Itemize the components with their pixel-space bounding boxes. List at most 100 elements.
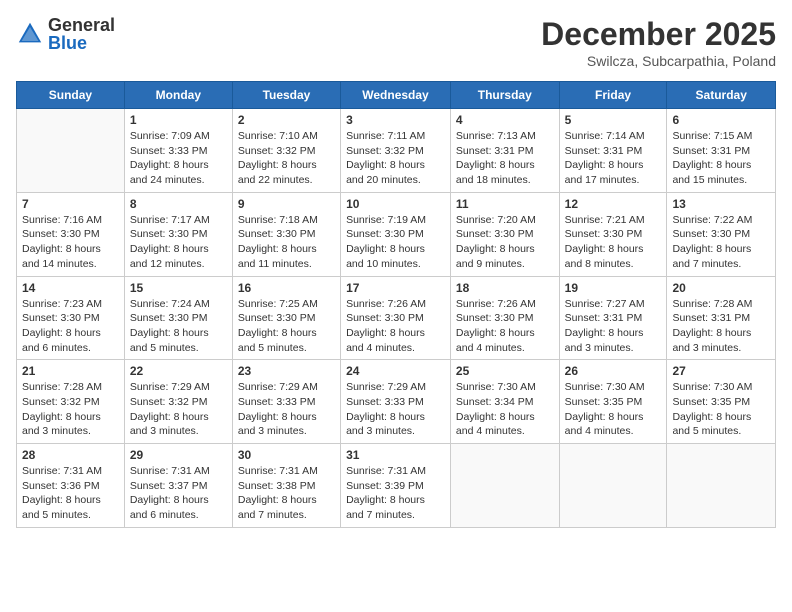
weekday-header: Friday [559,82,667,109]
day-info: Sunrise: 7:09 AM Sunset: 3:33 PM Dayligh… [130,129,227,188]
day-number: 16 [238,281,335,295]
day-number: 21 [22,364,119,378]
day-info: Sunrise: 7:22 AM Sunset: 3:30 PM Dayligh… [672,213,770,272]
weekday-header: Saturday [667,82,776,109]
day-info: Sunrise: 7:31 AM Sunset: 3:37 PM Dayligh… [130,464,227,523]
weekday-header-row: SundayMondayTuesdayWednesdayThursdayFrid… [17,82,776,109]
day-info: Sunrise: 7:29 AM Sunset: 3:33 PM Dayligh… [346,380,445,439]
calendar-cell: 5Sunrise: 7:14 AM Sunset: 3:31 PM Daylig… [559,109,667,193]
calendar-cell: 2Sunrise: 7:10 AM Sunset: 3:32 PM Daylig… [232,109,340,193]
calendar-cell: 6 Sunrise: 7:15 AM Sunset: 3:31 PM Daylig… [667,109,776,193]
day-number: 25 [456,364,554,378]
day-number: 20 [672,281,770,295]
weekday-header: Monday [124,82,232,109]
calendar-cell: 20 Sunrise: 7:28 AM Sunset: 3:31 PM Dayli… [667,276,776,360]
day-number: 23 [238,364,335,378]
calendar-table: SundayMondayTuesdayWednesdayThursdayFrid… [16,81,776,528]
location-subtitle: Swilcza, Subcarpathia, Poland [541,53,776,69]
weekday-header: Thursday [450,82,559,109]
calendar-cell [559,444,667,528]
calendar-cell: 9Sunrise: 7:18 AM Sunset: 3:30 PM Daylig… [232,192,340,276]
calendar-cell: 23 Sunrise: 7:29 AM Sunset: 3:33 PM Dayli… [232,360,340,444]
day-number: 28 [22,448,119,462]
calendar-cell [17,109,125,193]
calendar-cell: 19 Sunrise: 7:27 AM Sunset: 3:31 PM Dayli… [559,276,667,360]
day-info: Sunrise: 7:23 AM Sunset: 3:30 PM Dayligh… [22,297,119,356]
day-info: Sunrise: 7:31 AM Sunset: 3:36 PM Dayligh… [22,464,119,523]
day-info: Sunrise: 7:21 AM Sunset: 3:30 PM Dayligh… [565,213,662,272]
calendar-cell: 3 Sunrise: 7:11 AM Sunset: 3:32 PM Daylig… [341,109,451,193]
calendar-cell: 28 Sunrise: 7:31 AM Sunset: 3:36 PM Dayli… [17,444,125,528]
day-number: 24 [346,364,445,378]
calendar-cell: 16 Sunrise: 7:25 AM Sunset: 3:30 PM Dayli… [232,276,340,360]
calendar-cell: 10Sunrise: 7:19 AM Sunset: 3:30 PM Dayli… [341,192,451,276]
day-number: 19 [565,281,662,295]
calendar-cell: 17 Sunrise: 7:26 AM Sunset: 3:30 PM Dayli… [341,276,451,360]
day-info: Sunrise: 7:26 AM Sunset: 3:30 PM Dayligh… [346,297,445,356]
day-info: Sunrise: 7:13 AM Sunset: 3:31 PM Dayligh… [456,129,554,188]
day-info: Sunrise: 7:26 AM Sunset: 3:30 PM Dayligh… [456,297,554,356]
calendar-cell: 4Sunrise: 7:13 AM Sunset: 3:31 PM Daylig… [450,109,559,193]
calendar-cell: 22 Sunrise: 7:29 AM Sunset: 3:32 PM Dayli… [124,360,232,444]
day-info: Sunrise: 7:14 AM Sunset: 3:31 PM Dayligh… [565,129,662,188]
calendar-cell: 1 Sunrise: 7:09 AM Sunset: 3:33 PM Daylig… [124,109,232,193]
weekday-header: Sunday [17,82,125,109]
calendar-cell: 27 Sunrise: 7:30 AM Sunset: 3:35 PM Dayli… [667,360,776,444]
day-info: Sunrise: 7:18 AM Sunset: 3:30 PM Dayligh… [238,213,335,272]
calendar-cell: 7 Sunrise: 7:16 AM Sunset: 3:30 PM Daylig… [17,192,125,276]
day-info: Sunrise: 7:20 AM Sunset: 3:30 PM Dayligh… [456,213,554,272]
weekday-header: Tuesday [232,82,340,109]
logo-text: General Blue [48,16,115,52]
calendar-week-row: 7 Sunrise: 7:16 AM Sunset: 3:30 PM Daylig… [17,192,776,276]
calendar-cell: 24 Sunrise: 7:29 AM Sunset: 3:33 PM Dayli… [341,360,451,444]
day-info: Sunrise: 7:28 AM Sunset: 3:31 PM Dayligh… [672,297,770,356]
day-number: 12 [565,197,662,211]
page-header: General Blue December 2025 Swilcza, Subc… [16,16,776,69]
day-info: Sunrise: 7:16 AM Sunset: 3:30 PM Dayligh… [22,213,119,272]
day-number: 27 [672,364,770,378]
calendar-cell: 13Sunrise: 7:22 AM Sunset: 3:30 PM Dayli… [667,192,776,276]
day-info: Sunrise: 7:11 AM Sunset: 3:32 PM Dayligh… [346,129,445,188]
day-number: 7 [22,197,119,211]
day-info: Sunrise: 7:15 AM Sunset: 3:31 PM Dayligh… [672,129,770,188]
calendar-cell: 21 Sunrise: 7:28 AM Sunset: 3:32 PM Dayli… [17,360,125,444]
day-info: Sunrise: 7:29 AM Sunset: 3:33 PM Dayligh… [238,380,335,439]
day-number: 3 [346,113,445,127]
logo-icon [16,20,44,48]
day-info: Sunrise: 7:19 AM Sunset: 3:30 PM Dayligh… [346,213,445,272]
calendar-cell [667,444,776,528]
day-number: 8 [130,197,227,211]
weekday-header: Wednesday [341,82,451,109]
day-number: 1 [130,113,227,127]
calendar-cell [450,444,559,528]
day-number: 26 [565,364,662,378]
day-info: Sunrise: 7:30 AM Sunset: 3:35 PM Dayligh… [565,380,662,439]
calendar-cell: 25Sunrise: 7:30 AM Sunset: 3:34 PM Dayli… [450,360,559,444]
logo-general-text: General [48,16,115,34]
calendar-cell: 14 Sunrise: 7:23 AM Sunset: 3:30 PM Dayli… [17,276,125,360]
calendar-week-row: 28 Sunrise: 7:31 AM Sunset: 3:36 PM Dayli… [17,444,776,528]
day-info: Sunrise: 7:28 AM Sunset: 3:32 PM Dayligh… [22,380,119,439]
calendar-cell: 15 Sunrise: 7:24 AM Sunset: 3:30 PM Dayli… [124,276,232,360]
day-number: 31 [346,448,445,462]
calendar-cell: 8 Sunrise: 7:17 AM Sunset: 3:30 PM Daylig… [124,192,232,276]
day-number: 15 [130,281,227,295]
day-info: Sunrise: 7:30 AM Sunset: 3:35 PM Dayligh… [672,380,770,439]
day-info: Sunrise: 7:29 AM Sunset: 3:32 PM Dayligh… [130,380,227,439]
day-info: Sunrise: 7:31 AM Sunset: 3:39 PM Dayligh… [346,464,445,523]
logo: General Blue [16,16,115,52]
logo-blue-text: Blue [48,34,115,52]
title-block: December 2025 Swilcza, Subcarpathia, Pol… [541,16,776,69]
calendar-cell: 11Sunrise: 7:20 AM Sunset: 3:30 PM Dayli… [450,192,559,276]
day-number: 6 [672,113,770,127]
day-number: 14 [22,281,119,295]
calendar-cell: 29Sunrise: 7:31 AM Sunset: 3:37 PM Dayli… [124,444,232,528]
day-number: 22 [130,364,227,378]
day-info: Sunrise: 7:24 AM Sunset: 3:30 PM Dayligh… [130,297,227,356]
day-number: 18 [456,281,554,295]
day-info: Sunrise: 7:25 AM Sunset: 3:30 PM Dayligh… [238,297,335,356]
day-info: Sunrise: 7:31 AM Sunset: 3:38 PM Dayligh… [238,464,335,523]
day-number: 17 [346,281,445,295]
day-info: Sunrise: 7:27 AM Sunset: 3:31 PM Dayligh… [565,297,662,356]
day-info: Sunrise: 7:17 AM Sunset: 3:30 PM Dayligh… [130,213,227,272]
